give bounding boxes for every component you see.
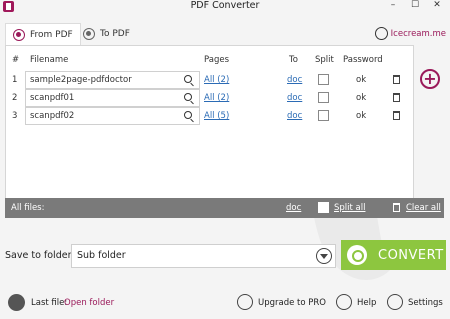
upgrade-link[interactable]: Upgrade to PRO — [258, 298, 326, 308]
maximize-button[interactable]: ☐ — [408, 0, 422, 12]
delete-icon[interactable] — [393, 75, 400, 84]
row-index: 2 — [12, 93, 18, 103]
row-split-checkbox[interactable] — [318, 110, 329, 121]
upgrade-icon[interactable] — [237, 294, 253, 310]
row-filename: scanpdf01 — [30, 93, 75, 103]
tab-to-pdf-label: To PDF — [100, 29, 130, 39]
window-title: PDF Converter — [190, 0, 260, 11]
split-all-link[interactable]: Split all — [334, 203, 365, 213]
delete-icon[interactable] — [393, 93, 400, 102]
header-password: Password — [343, 55, 383, 65]
row-index: 1 — [12, 75, 18, 85]
row-password: ok — [356, 111, 367, 121]
convert-label: CONVERT — [378, 247, 444, 263]
minimize-button[interactable]: – — [386, 0, 400, 12]
convert-button[interactable]: CONVERT — [341, 240, 446, 270]
row-password: ok — [356, 93, 367, 103]
row-format-link[interactable]: doc — [287, 75, 302, 85]
gear-icon[interactable] — [387, 294, 403, 310]
close-button[interactable]: ✕ — [430, 0, 444, 12]
help-icon[interactable] — [336, 294, 352, 310]
header-index: # — [12, 55, 20, 65]
row-split-checkbox[interactable] — [318, 74, 329, 85]
search-icon[interactable] — [184, 93, 192, 101]
table-row[interactable]: 1 sample2page-pdfdoctor All (2) doc ok — [6, 71, 413, 89]
row-split-checkbox[interactable] — [318, 92, 329, 103]
row-index: 3 — [12, 111, 18, 121]
row-pages-link[interactable]: All (5) — [204, 111, 229, 121]
table-row[interactable]: 3 scanpdf02 All (5) doc ok — [6, 107, 413, 125]
header-to: To — [289, 55, 298, 65]
brand-link[interactable]: Icecream.me — [374, 27, 446, 40]
row-filename: scanpdf02 — [30, 111, 75, 121]
tab-from-pdf-label: From PDF — [30, 29, 73, 40]
row-filename: sample2page-pdfdoctor — [30, 75, 132, 85]
from-pdf-icon — [13, 28, 25, 41]
plus-icon: + — [423, 69, 437, 88]
clear-all-link[interactable]: Clear all — [406, 203, 441, 213]
search-icon[interactable] — [184, 75, 192, 83]
tab-to-pdf[interactable]: To PDF — [76, 23, 137, 45]
search-icon[interactable] — [184, 111, 192, 119]
last-file-label: Last file: — [31, 298, 68, 308]
convert-icon — [347, 245, 367, 265]
header-split: Split — [315, 55, 334, 65]
header-pages: Pages — [204, 55, 230, 65]
save-to-folder-label: Save to folder: — [5, 250, 75, 261]
row-pages-link[interactable]: All (2) — [204, 75, 229, 85]
all-files-format-link[interactable]: doc — [286, 203, 301, 213]
delete-icon[interactable] — [393, 111, 400, 120]
save-folder-select[interactable]: Sub folder — [71, 244, 336, 268]
folder-icon[interactable] — [8, 294, 25, 311]
to-pdf-icon — [83, 28, 95, 40]
row-format-link[interactable]: doc — [287, 111, 302, 121]
tab-from-pdf[interactable]: From PDF — [5, 23, 81, 45]
split-all-checkbox[interactable] — [318, 202, 329, 213]
add-file-button[interactable]: + — [420, 69, 440, 89]
help-link[interactable]: Help — [357, 298, 376, 308]
file-table: # Filename Pages To Split Password 1 sam… — [5, 45, 414, 218]
title-bar: PDF Converter – ☐ ✕ — [0, 0, 450, 14]
icecream-logo-icon — [374, 27, 388, 40]
open-folder-link[interactable]: Open folder — [64, 298, 114, 308]
brand-label: Icecream.me — [390, 28, 446, 39]
all-files-label: All files: — [11, 203, 45, 213]
table-header: # Filename Pages To Split Password — [6, 46, 413, 73]
row-password: ok — [356, 75, 367, 85]
settings-link[interactable]: Settings — [408, 298, 443, 308]
bottom-bar: Last file: Open folder Upgrade to PRO He… — [0, 290, 450, 319]
save-folder-value: Sub folder — [77, 250, 126, 261]
row-pages-link[interactable]: All (2) — [204, 93, 229, 103]
table-row[interactable]: 2 scanpdf01 All (2) doc ok — [6, 89, 413, 107]
all-files-bar: All files: doc Split all Clear all — [5, 198, 444, 218]
chevron-down-icon[interactable] — [316, 248, 332, 264]
clear-all-icon[interactable] — [393, 203, 400, 212]
row-format-link[interactable]: doc — [287, 93, 302, 103]
header-filename: Filename — [30, 55, 69, 65]
